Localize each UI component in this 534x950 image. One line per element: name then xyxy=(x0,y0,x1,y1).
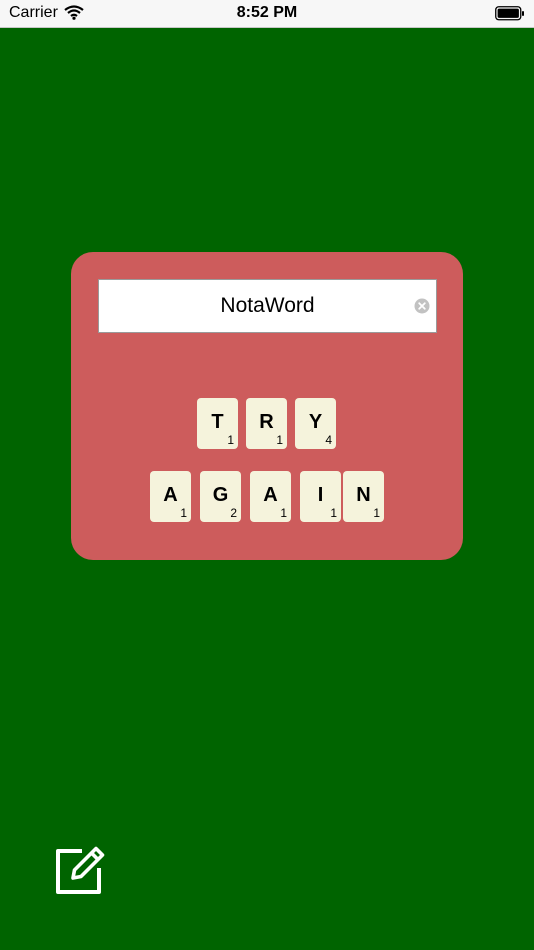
clear-circle-icon[interactable] xyxy=(414,298,430,314)
tile-points: 4 xyxy=(325,433,332,447)
tile-letter: A xyxy=(263,484,278,506)
status-bar: Carrier 8:52 PM xyxy=(0,0,534,28)
tile-letter: R xyxy=(259,411,274,433)
tile-letter: T xyxy=(211,411,224,433)
tile-letter: I xyxy=(317,484,324,506)
letter-tile: R 1 xyxy=(246,398,287,449)
tile-letter: Y xyxy=(308,411,323,433)
tile-points: 1 xyxy=(227,433,234,447)
tile-points: 1 xyxy=(180,506,187,520)
status-time: 8:52 PM xyxy=(236,4,298,21)
tile-points: 1 xyxy=(280,506,287,520)
tile-points: 1 xyxy=(276,433,283,447)
word-input-value: NotaWord xyxy=(220,294,315,317)
letter-tile: G 2 xyxy=(200,471,241,522)
tile-points: 1 xyxy=(373,506,380,520)
tile-letter: N xyxy=(356,484,371,506)
tile-letter: G xyxy=(212,484,229,506)
battery-icon xyxy=(495,6,524,21)
compose-icon[interactable] xyxy=(54,843,108,897)
tile-points: 2 xyxy=(230,506,237,520)
tile-letter: A xyxy=(163,484,178,506)
letter-tile: A 1 xyxy=(150,471,191,522)
letter-tile: A 1 xyxy=(250,471,291,522)
tile-points: 1 xyxy=(330,506,337,520)
word-input[interactable]: NotaWord xyxy=(98,279,437,333)
letter-tile: Y 4 xyxy=(295,398,336,449)
letter-tile: I 1 xyxy=(300,471,341,522)
letter-tile: N 1 xyxy=(343,471,384,522)
letter-tile: T 1 xyxy=(197,398,238,449)
